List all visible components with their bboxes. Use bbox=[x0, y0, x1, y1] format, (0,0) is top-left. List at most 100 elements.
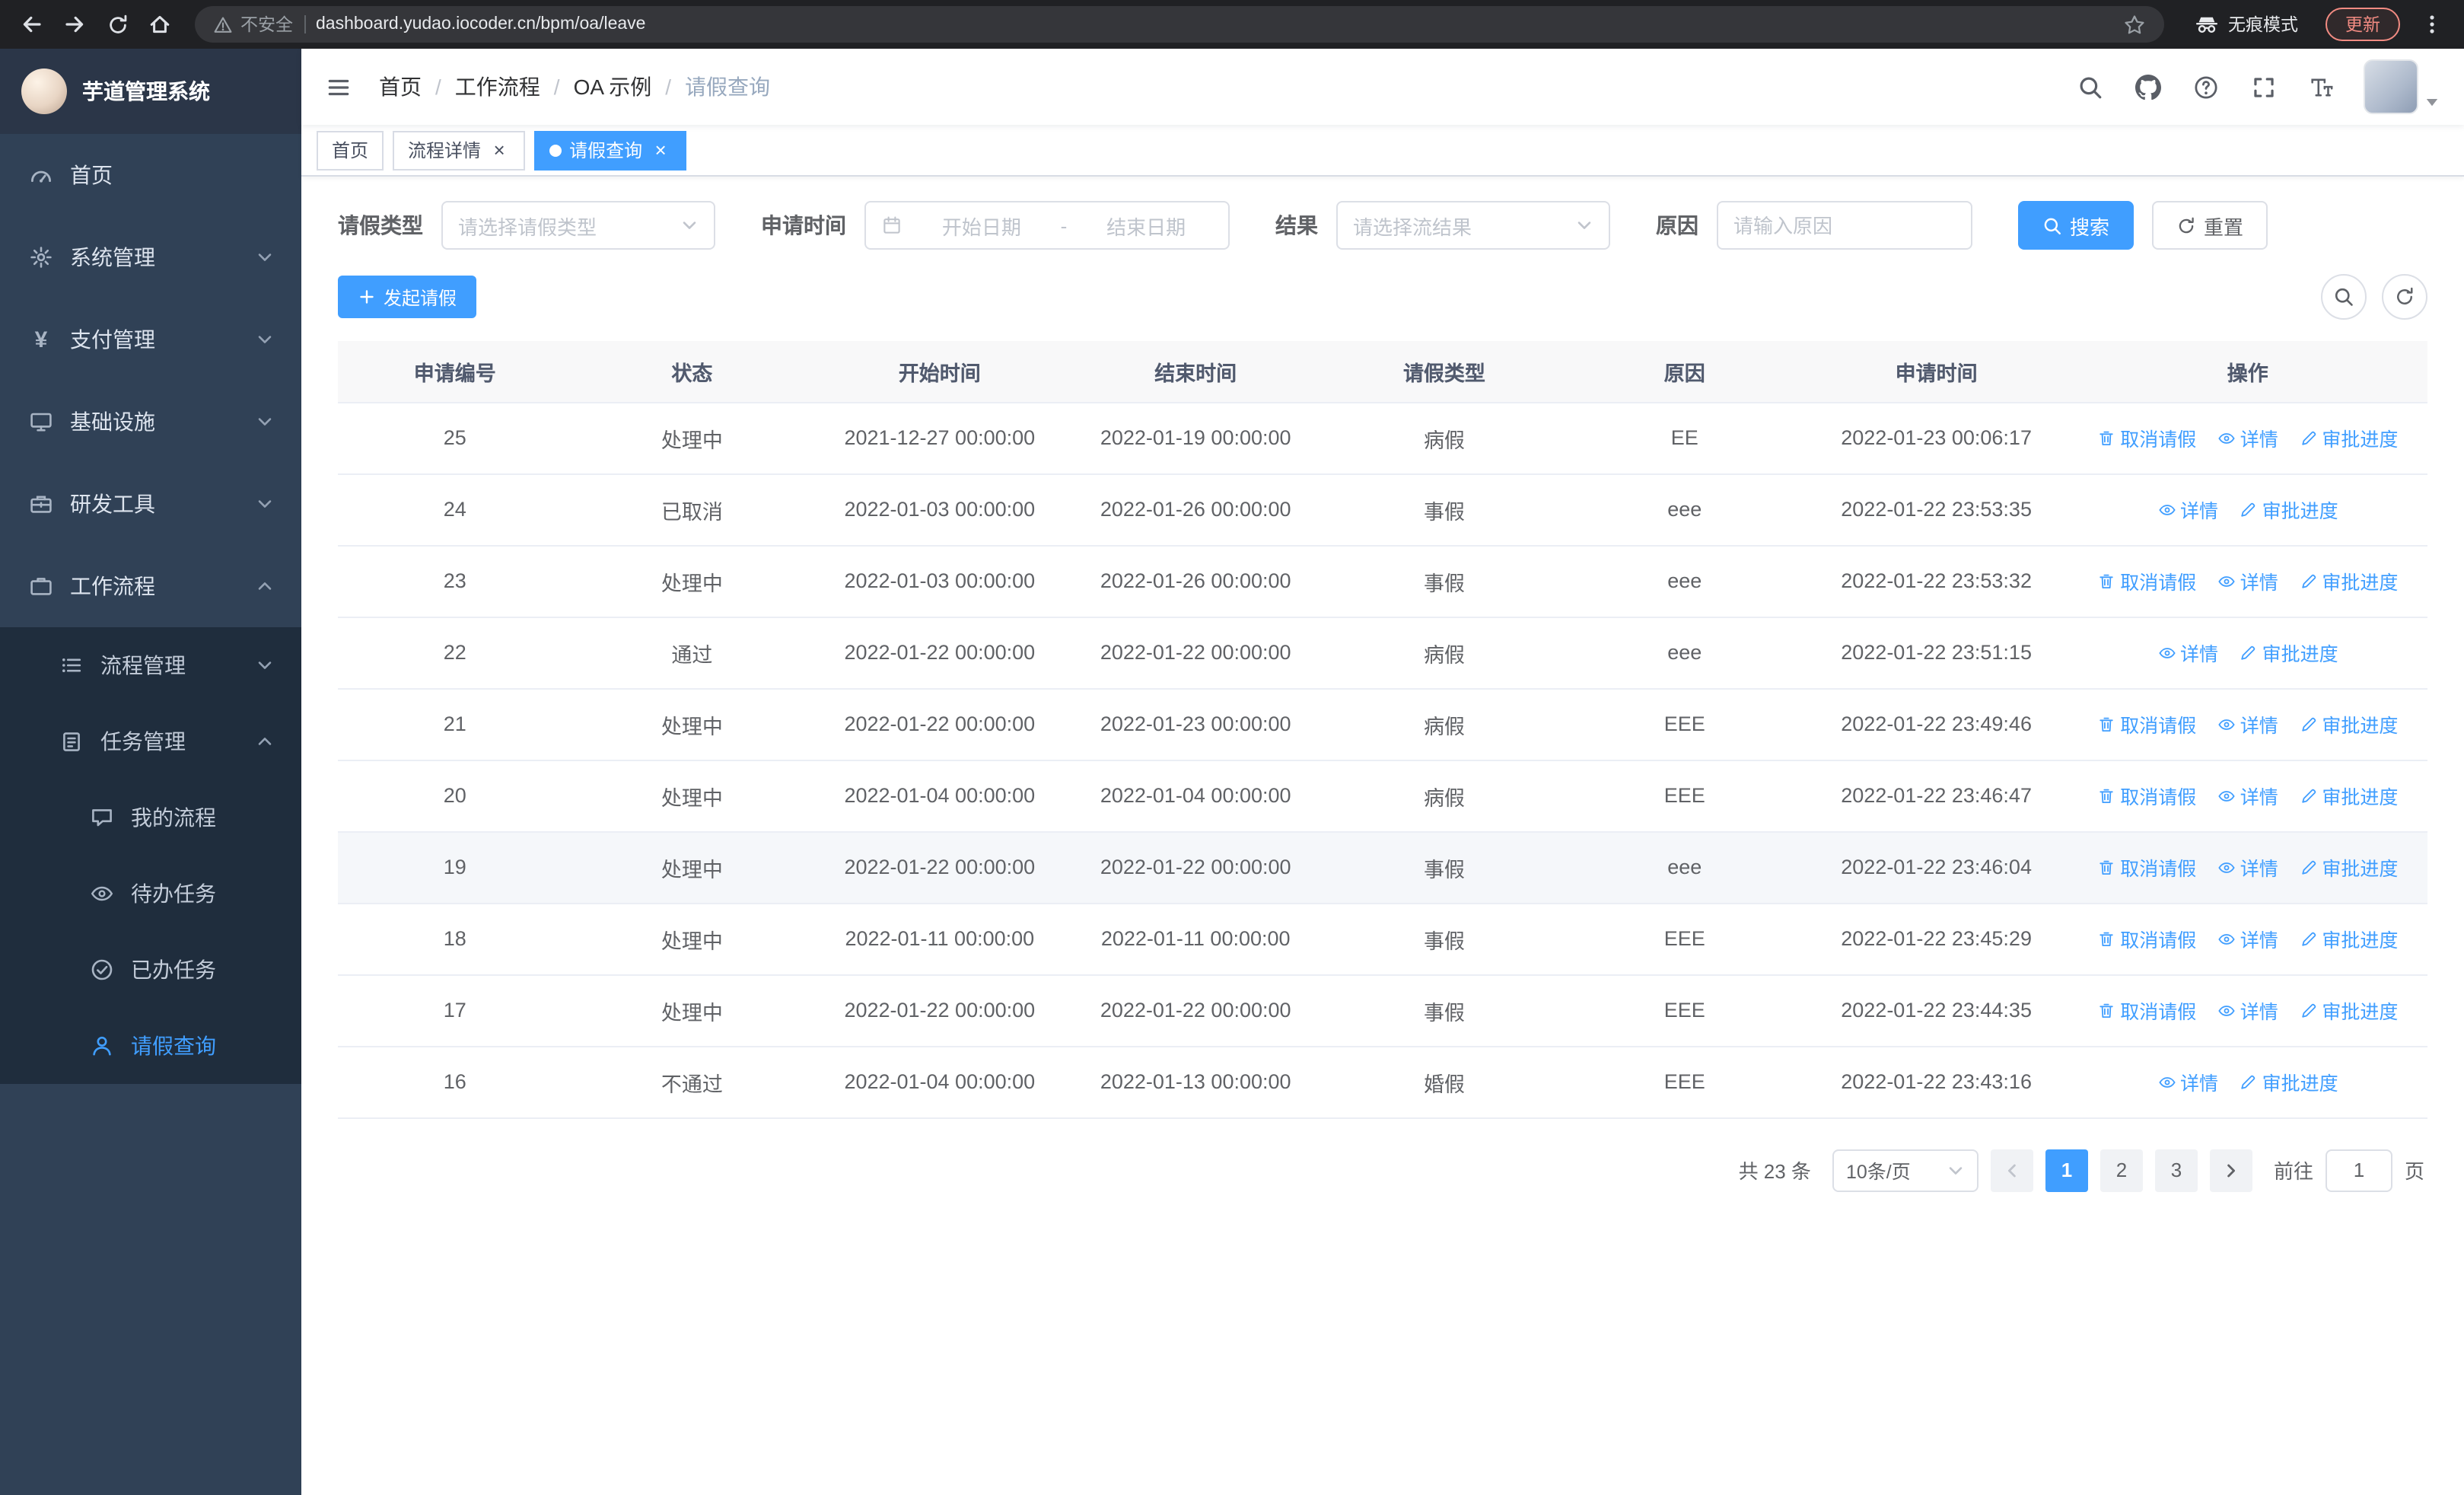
prev-page-button[interactable] bbox=[1990, 1149, 2033, 1191]
sidebar-item-process-management[interactable]: 流程管理 bbox=[0, 627, 301, 703]
header-search-button[interactable] bbox=[2065, 56, 2114, 117]
detail-link[interactable]: 详情 bbox=[2217, 566, 2278, 595]
browser-menu-button[interactable] bbox=[2412, 5, 2452, 44]
detail-link[interactable]: 详情 bbox=[2217, 781, 2278, 810]
cell-status: 处理中 bbox=[571, 688, 813, 760]
address-bar[interactable]: 不安全 dashboard.yudao.iocoder.cn/bpm/oa/le… bbox=[195, 6, 2164, 43]
app-logo[interactable]: 芋道管理系统 bbox=[0, 49, 301, 134]
page-size-select[interactable]: 10条/页 bbox=[1832, 1149, 1979, 1191]
cell-reason: EEE bbox=[1564, 903, 1805, 975]
sidebar-item-home[interactable]: 首页 bbox=[0, 134, 301, 216]
sidebar-item-infrastructure[interactable]: 基础设施 bbox=[0, 381, 301, 463]
sidebar-item-system-management[interactable]: 系统管理 bbox=[0, 216, 301, 298]
github-button[interactable] bbox=[2123, 56, 2172, 117]
cancel-leave-link[interactable]: 取消请假 bbox=[2097, 781, 2196, 810]
sidebar-item-workflow[interactable]: 工作流程 bbox=[0, 545, 301, 627]
sidebar-item-todo-tasks[interactable]: 待办任务 bbox=[0, 856, 301, 932]
approval-progress-link[interactable]: 审批进度 bbox=[2299, 853, 2398, 881]
detail-link[interactable]: 详情 bbox=[2157, 495, 2218, 524]
next-page-button[interactable] bbox=[2209, 1149, 2252, 1191]
toggle-search-button[interactable] bbox=[2321, 274, 2367, 320]
reason-input[interactable] bbox=[1717, 201, 1972, 250]
sidebar-item-payment-management[interactable]: ¥ 支付管理 bbox=[0, 298, 301, 381]
cell-reason: eee bbox=[1564, 831, 1805, 904]
browser-reload-button[interactable] bbox=[97, 5, 137, 44]
search-icon bbox=[2077, 74, 2103, 100]
sidebar-toggle-button[interactable] bbox=[326, 74, 352, 100]
cell-leave-type: 事假 bbox=[1324, 831, 1565, 904]
approval-progress-link[interactable]: 审批进度 bbox=[2299, 924, 2398, 953]
sidebar-item-my-process[interactable]: 我的流程 bbox=[0, 779, 301, 856]
breadcrumb-item-home[interactable]: 首页 bbox=[379, 72, 422, 102]
tab-process-detail[interactable]: 流程详情 × bbox=[393, 130, 526, 170]
chevron-up-icon bbox=[256, 732, 274, 751]
detail-link[interactable]: 详情 bbox=[2157, 1067, 2218, 1096]
cancel-leave-label: 取消请假 bbox=[2120, 859, 2197, 880]
fullscreen-button[interactable] bbox=[2239, 56, 2287, 117]
cell-reason: EEE bbox=[1564, 974, 1805, 1047]
approval-progress-link[interactable]: 审批进度 bbox=[2299, 423, 2398, 452]
update-button[interactable]: 更新 bbox=[2326, 8, 2400, 41]
sidebar-item-dev-tools[interactable]: 研发工具 bbox=[0, 463, 301, 545]
cell-status: 通过 bbox=[571, 617, 813, 689]
tab-leave-query[interactable]: 请假查询 × bbox=[534, 130, 687, 170]
close-icon[interactable]: × bbox=[650, 139, 671, 161]
approval-progress-link[interactable]: 审批进度 bbox=[2299, 996, 2398, 1025]
monitor-icon bbox=[27, 410, 55, 434]
page-button-2[interactable]: 2 bbox=[2099, 1149, 2143, 1191]
table-toolbar: 发起请假 bbox=[338, 274, 2427, 320]
cancel-leave-link[interactable]: 取消请假 bbox=[2097, 853, 2196, 881]
browser-back-button[interactable] bbox=[12, 5, 52, 44]
detail-link[interactable]: 详情 bbox=[2217, 996, 2278, 1025]
caret-down-icon bbox=[2424, 94, 2440, 110]
breadcrumb-item-workflow[interactable]: 工作流程 bbox=[455, 72, 540, 102]
home-icon bbox=[148, 12, 172, 37]
refresh-table-button[interactable] bbox=[2382, 274, 2427, 320]
cell-apply-time: 2022-01-22 23:51:15 bbox=[1804, 617, 2068, 689]
page-button-1[interactable]: 1 bbox=[2045, 1149, 2088, 1191]
breadcrumb-item-oa-example[interactable]: OA 示例 bbox=[574, 72, 652, 102]
cell-actions: 取消请假 详情 审批进度 bbox=[2068, 688, 2427, 760]
tab-home[interactable]: 首页 bbox=[317, 130, 384, 170]
cancel-leave-link[interactable]: 取消请假 bbox=[2097, 566, 2196, 595]
create-leave-button[interactable]: 发起请假 bbox=[338, 276, 477, 318]
approval-progress-link[interactable]: 审批进度 bbox=[2299, 709, 2398, 738]
browser-home-button[interactable] bbox=[140, 5, 180, 44]
eye-icon bbox=[88, 881, 116, 906]
browser-forward-button[interactable] bbox=[55, 5, 94, 44]
help-button[interactable] bbox=[2181, 56, 2230, 117]
approval-progress-link[interactable]: 审批进度 bbox=[2240, 495, 2338, 524]
approval-progress-link[interactable]: 审批进度 bbox=[2240, 638, 2338, 667]
font-size-button[interactable] bbox=[2297, 56, 2345, 117]
github-icon bbox=[2135, 74, 2160, 100]
result-select[interactable]: 请选择流结果 bbox=[1336, 201, 1610, 250]
user-avatar bbox=[2364, 59, 2418, 114]
sidebar-item-done-tasks[interactable]: 已办任务 bbox=[0, 932, 301, 1008]
detail-link[interactable]: 详情 bbox=[2217, 709, 2278, 738]
page-button-3[interactable]: 3 bbox=[2154, 1149, 2198, 1191]
user-menu[interactable] bbox=[2364, 59, 2440, 114]
approval-progress-link[interactable]: 审批进度 bbox=[2240, 1067, 2338, 1096]
detail-link[interactable]: 详情 bbox=[2217, 853, 2278, 881]
cancel-leave-link[interactable]: 取消请假 bbox=[2097, 709, 2196, 738]
security-indicator[interactable]: 不安全 bbox=[213, 12, 293, 37]
eye-icon bbox=[2217, 786, 2236, 805]
reset-button[interactable]: 重置 bbox=[2152, 201, 2268, 250]
detail-link[interactable]: 详情 bbox=[2217, 924, 2278, 953]
goto-page-input[interactable] bbox=[2325, 1149, 2392, 1191]
apply-time-range-picker[interactable]: 开始日期 - 结束日期 bbox=[864, 201, 1230, 250]
bookmark-star-icon[interactable] bbox=[2123, 13, 2146, 36]
detail-link[interactable]: 详情 bbox=[2157, 638, 2218, 667]
leave-type-select[interactable]: 请选择请假类型 bbox=[441, 201, 715, 250]
sidebar-item-leave-query[interactable]: 请假查询 bbox=[0, 1008, 301, 1084]
cancel-leave-link[interactable]: 取消请假 bbox=[2097, 924, 2196, 953]
close-icon[interactable]: × bbox=[489, 139, 510, 161]
cancel-leave-link[interactable]: 取消请假 bbox=[2097, 423, 2196, 452]
cancel-leave-link[interactable]: 取消请假 bbox=[2097, 996, 2196, 1025]
approval-progress-link[interactable]: 审批进度 bbox=[2299, 781, 2398, 810]
approval-progress-link[interactable]: 审批进度 bbox=[2299, 566, 2398, 595]
reason-label: 原因 bbox=[1656, 213, 1698, 237]
detail-link[interactable]: 详情 bbox=[2217, 423, 2278, 452]
sidebar-item-task-management[interactable]: 任务管理 bbox=[0, 703, 301, 779]
search-button[interactable]: 搜索 bbox=[2018, 201, 2135, 250]
